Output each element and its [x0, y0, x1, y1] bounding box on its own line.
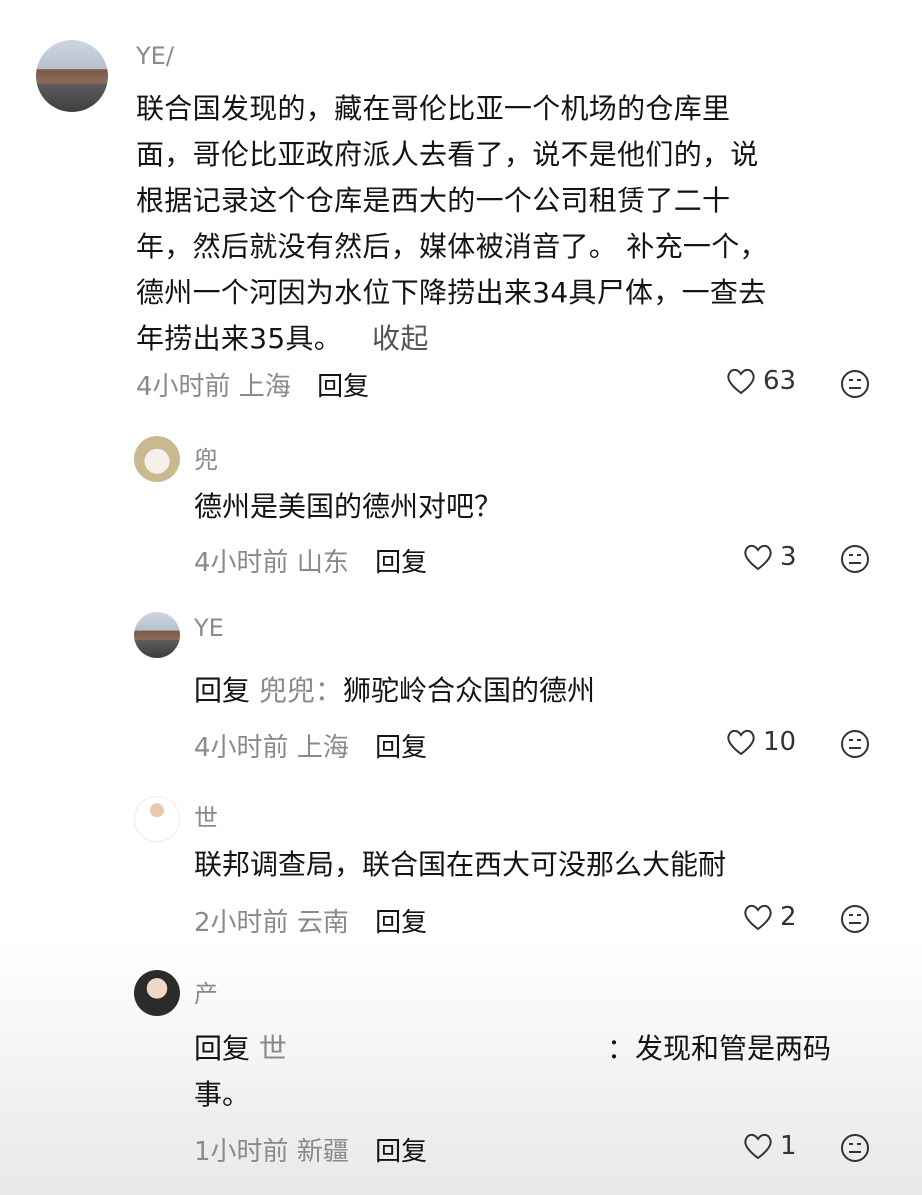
- emoji-button[interactable]: [840, 729, 870, 759]
- reply-meta: 4小时前 山东 回复: [194, 542, 427, 579]
- comment-location: 上海: [238, 372, 291, 402]
- heart-outline-icon: [744, 544, 772, 571]
- reply-target-user[interactable]: 世: [259, 1032, 287, 1065]
- comment-username[interactable]: YE/: [136, 42, 174, 70]
- reply-meta: 1小时前 新疆 回复: [194, 1131, 427, 1168]
- reply-button[interactable]: 回复: [375, 548, 427, 578]
- reply-time: 4小时前: [194, 733, 289, 763]
- reply-text: 联邦调查局，联合国在西大可没那么大能耐: [194, 848, 727, 881]
- avatar[interactable]: [36, 40, 108, 112]
- reply-time: 2小时前: [194, 908, 289, 938]
- like-count: 1: [780, 1131, 797, 1161]
- reply-prefix: 回复: [194, 1032, 251, 1065]
- reply-username[interactable]: 兜: [194, 440, 218, 475]
- avatar[interactable]: [134, 796, 180, 842]
- like-count: 10: [763, 727, 797, 757]
- reply-text: 回复 世 ：发现和管是两码 事。: [194, 1026, 874, 1118]
- reply-text: 回复 兜兜：狮驼岭合众国的德州: [194, 668, 874, 714]
- reply-text: 德州是美国的德州对吧？: [194, 490, 503, 523]
- reply-location: 上海: [296, 733, 349, 763]
- reply-location: 云南: [296, 908, 349, 938]
- avatar[interactable]: [134, 612, 180, 658]
- emoji-button[interactable]: [840, 544, 870, 574]
- reply-button[interactable]: 回复: [375, 733, 427, 763]
- reply-location: 山东: [296, 548, 349, 578]
- heart-outline-icon: [744, 904, 772, 931]
- reply-meta: 4小时前 上海 回复: [194, 727, 427, 764]
- like-count: 3: [780, 542, 797, 572]
- reply-username[interactable]: 产: [194, 974, 218, 1009]
- comment-text: 联合国发现的，藏在哥伦比亚一个机场的仓库里 面，哥伦比亚政府派人去看了，说不是他…: [136, 86, 876, 362]
- heart-outline-icon: [744, 1133, 772, 1160]
- emoji-button[interactable]: [840, 1133, 870, 1163]
- neutral-face-icon: [841, 370, 869, 398]
- reply-target-user[interactable]: 兜兜：: [259, 674, 343, 707]
- reply-target-suffix: ：: [606, 1032, 635, 1065]
- comment-meta: 4小时前 上海 回复: [136, 366, 369, 403]
- like-count: 63: [763, 366, 797, 396]
- reply-location: 新疆: [296, 1137, 349, 1167]
- reply-meta: 2小时前 云南 回复: [194, 902, 427, 939]
- heart-outline-icon: [727, 729, 755, 756]
- neutral-face-icon: [841, 545, 869, 573]
- avatar[interactable]: [134, 436, 180, 482]
- reply-body: 狮驼岭合众国的德州: [342, 674, 595, 707]
- heart-outline-icon: [727, 368, 755, 395]
- neutral-face-icon: [841, 730, 869, 758]
- reply-time: 1小时前: [194, 1137, 289, 1167]
- reply-username[interactable]: 世: [194, 798, 218, 833]
- avatar[interactable]: [134, 970, 180, 1016]
- neutral-face-icon: [841, 1134, 869, 1162]
- reply-button[interactable]: 回复: [317, 372, 369, 402]
- reply-prefix: 回复: [194, 674, 251, 707]
- like-button[interactable]: 63: [725, 366, 796, 396]
- reply-button[interactable]: 回复: [375, 1137, 427, 1167]
- emoji-button[interactable]: [840, 369, 870, 399]
- like-button[interactable]: 3: [742, 542, 797, 572]
- comment-body: 联合国发现的，藏在哥伦比亚一个机场的仓库里 面，哥伦比亚政府派人去看了，说不是他…: [136, 92, 768, 355]
- like-button[interactable]: 10: [725, 727, 796, 757]
- comment-time: 4小时前: [136, 372, 231, 402]
- neutral-face-icon: [841, 905, 869, 933]
- reply-body: 发现和管是两码 事。: [194, 1032, 831, 1111]
- reply-username[interactable]: YE: [194, 614, 224, 642]
- reply-time: 4小时前: [194, 548, 289, 578]
- emoji-button[interactable]: [840, 904, 870, 934]
- like-button[interactable]: 1: [742, 1131, 797, 1161]
- like-button[interactable]: 2: [742, 902, 797, 932]
- collapse-link[interactable]: 收起: [372, 322, 429, 355]
- reply-button[interactable]: 回复: [375, 908, 427, 938]
- like-count: 2: [780, 902, 797, 932]
